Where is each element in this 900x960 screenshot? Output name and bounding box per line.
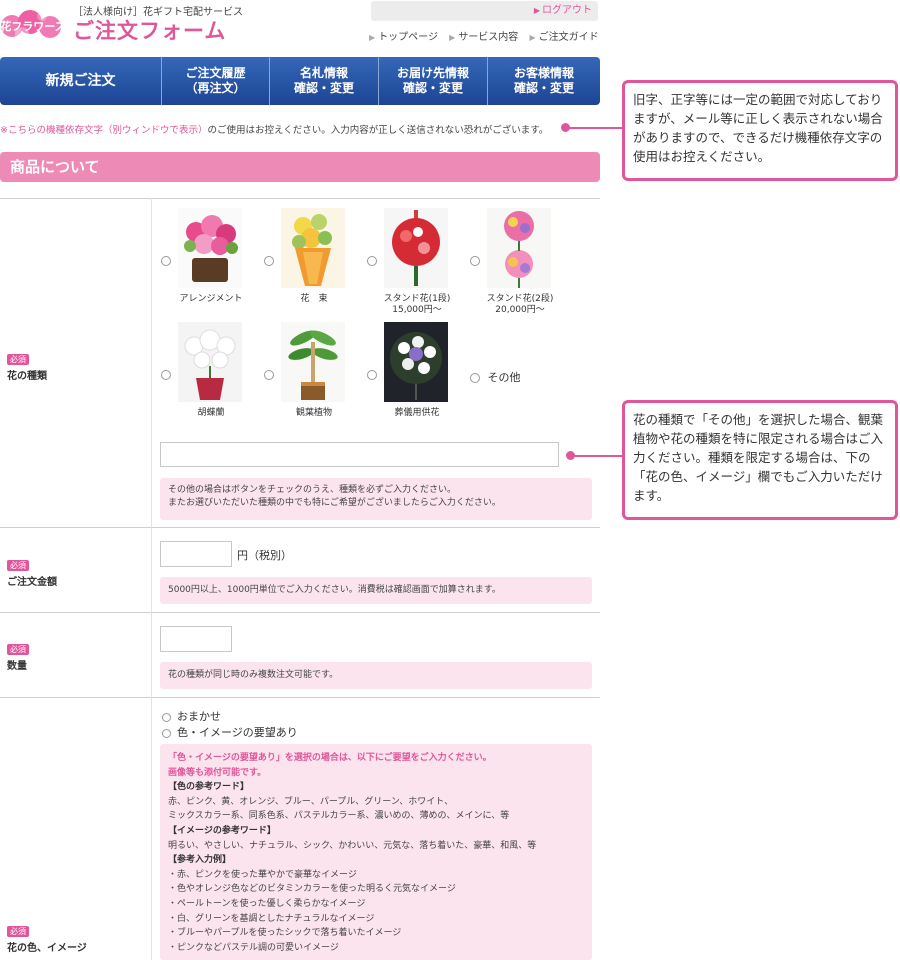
flower-caption: 花 束 [300, 294, 328, 304]
required-badge: 必須 [7, 644, 29, 655]
row-divider [0, 612, 600, 613]
quantity-help: 花の種類が同じ時のみ複数注文可能です。 [160, 662, 592, 689]
link-service[interactable]: ▶ サービス内容 [449, 32, 518, 43]
triangle-right-icon: ▶ [533, 6, 540, 15]
tab-new-order[interactable]: 新規ご注文 [0, 57, 161, 105]
flower-radio-stand-1[interactable] [367, 256, 377, 266]
callout-dependent-chars: 旧字、正字等には一定の範囲で対応しておりますが、メール等に正しく表示されない場合… [622, 80, 898, 181]
bouquet-photo [281, 208, 345, 288]
color-image-label: 必須 花の色、イメージ [7, 926, 87, 954]
link-top-page[interactable]: ▶ トップページ [369, 32, 438, 43]
flower-caption: アレンジメント [179, 294, 243, 304]
triangle-right-icon: ▶ [529, 33, 536, 42]
flower-option-bouquet[interactable]: 花 束 [264, 208, 364, 318]
required-badge: 必須 [7, 560, 29, 571]
amount-help: 5000円以上、1000円単位でご入力ください。消費税は確認画面で加算されます。 [160, 577, 592, 604]
main-nav: 新規ご注文 ご注文履歴 （再注文） 名札情報 確認・変更 お届け先情報 確認・変… [0, 57, 600, 105]
svg-text:花フラワーズ: 花フラワーズ [0, 19, 65, 33]
flower-radio-stand-2[interactable] [470, 256, 480, 266]
triangle-right-icon: ▶ [449, 33, 456, 42]
arrangement-photo [178, 208, 242, 288]
callout-connector [568, 127, 622, 129]
stand-flower-2-photo [487, 208, 551, 288]
tab-nameplate[interactable]: 名札情報 確認・変更 [269, 57, 378, 105]
dependent-char-link[interactable]: こちらの機種依存文字（別ウィンドウで表示） [8, 125, 208, 136]
flower-caption: 胡蝶蘭 [197, 408, 225, 418]
flower-option-arrangement[interactable]: アレンジメント [161, 208, 261, 318]
row-divider [0, 697, 600, 698]
amount-label: 必須 ご注文金額 [7, 560, 57, 588]
flower-caption: 観葉植物 [295, 408, 332, 418]
section-title: 商品について [0, 152, 600, 182]
quantity-input[interactable] [160, 626, 232, 652]
row-divider [0, 198, 600, 199]
color-radio-request[interactable] [162, 728, 171, 738]
dependent-char-notice: ※こちらの機種依存文字（別ウィンドウで表示）のご使用はお控えください。入力内容が… [0, 125, 549, 136]
link-order-guide[interactable]: ▶ ご注文ガイド [530, 32, 599, 43]
amount-input[interactable] [160, 541, 232, 567]
orchid-photo [178, 322, 242, 402]
color-option-request[interactable]: 色・イメージの要望あり [162, 724, 298, 740]
column-divider [151, 198, 152, 960]
page-title: ご注文フォーム [73, 19, 227, 43]
amount-unit: 円（税別） [237, 549, 292, 562]
flower-radio-arrangement[interactable] [161, 256, 171, 266]
flower-caption: 葬儀用供花 [394, 408, 440, 418]
flower-type-label: 必須 花の種類 [7, 354, 47, 382]
flower-option-stand-2[interactable]: スタンド花(2段) 20,000円～ [470, 208, 570, 320]
flower-radio-orchid[interactable] [161, 370, 171, 380]
flower-type-help: その他の場合はボタンをチェックのうえ、種類を必ずご入力ください。 またお選びいた… [160, 478, 592, 520]
flower-option-other[interactable]: その他 [470, 369, 521, 385]
flower-radio-foliage[interactable] [264, 370, 274, 380]
triangle-right-icon: ▶ [369, 33, 376, 42]
color-image-help: 「色・イメージの要望あり」を選択の場合は、以下にご要望をご入力ください。 画像等… [160, 744, 592, 960]
row-divider [0, 527, 600, 528]
flower-radio-other[interactable] [470, 373, 480, 383]
top-links: ▶ トップページ ▶ サービス内容 ▶ ご注文ガイド [369, 28, 607, 43]
flower-option-foliage[interactable]: 観葉植物 [264, 322, 364, 424]
tab-order-history[interactable]: ご注文履歴 （再注文） [161, 57, 269, 105]
flower-option-stand-1[interactable]: スタンド花(1段) 15,000円～ [367, 208, 467, 320]
flower-option-funeral[interactable]: 葬儀用供花 [367, 322, 467, 424]
flower-radio-funeral[interactable] [367, 370, 377, 380]
flower-radio-bouquet[interactable] [264, 256, 274, 266]
flower-caption: スタンド花(2段) 20,000円～ [486, 294, 554, 315]
funeral-flower-photo [384, 322, 448, 402]
flower-caption: スタンド花(1段) 15,000円～ [383, 294, 451, 315]
foliage-photo [281, 322, 345, 402]
quantity-label: 必須 数量 [7, 644, 29, 672]
tab-delivery[interactable]: お届け先情報 確認・変更 [378, 57, 487, 105]
flower-option-orchid[interactable]: 胡蝶蘭 [161, 322, 261, 424]
required-badge: 必須 [7, 926, 29, 937]
flower-logo: 花フラワーズ [0, 10, 66, 41]
logout-bar: ▶ ログアウト [371, 1, 598, 21]
color-radio-auto[interactable] [162, 712, 171, 722]
callout-other-flower: 花の種類で「その他」を選択した場合、観葉植物や花の種類を特に限定される場合はご入… [622, 400, 898, 520]
stand-flower-1-photo [384, 208, 448, 288]
required-badge: 必須 [7, 354, 29, 365]
color-option-auto[interactable]: おまかせ [162, 708, 221, 724]
logout-link[interactable]: ログアウト [542, 5, 592, 16]
callout-connector [573, 455, 622, 457]
flower-type-other-input[interactable] [160, 442, 559, 467]
tab-customer[interactable]: お客様情報 確認・変更 [487, 57, 600, 105]
